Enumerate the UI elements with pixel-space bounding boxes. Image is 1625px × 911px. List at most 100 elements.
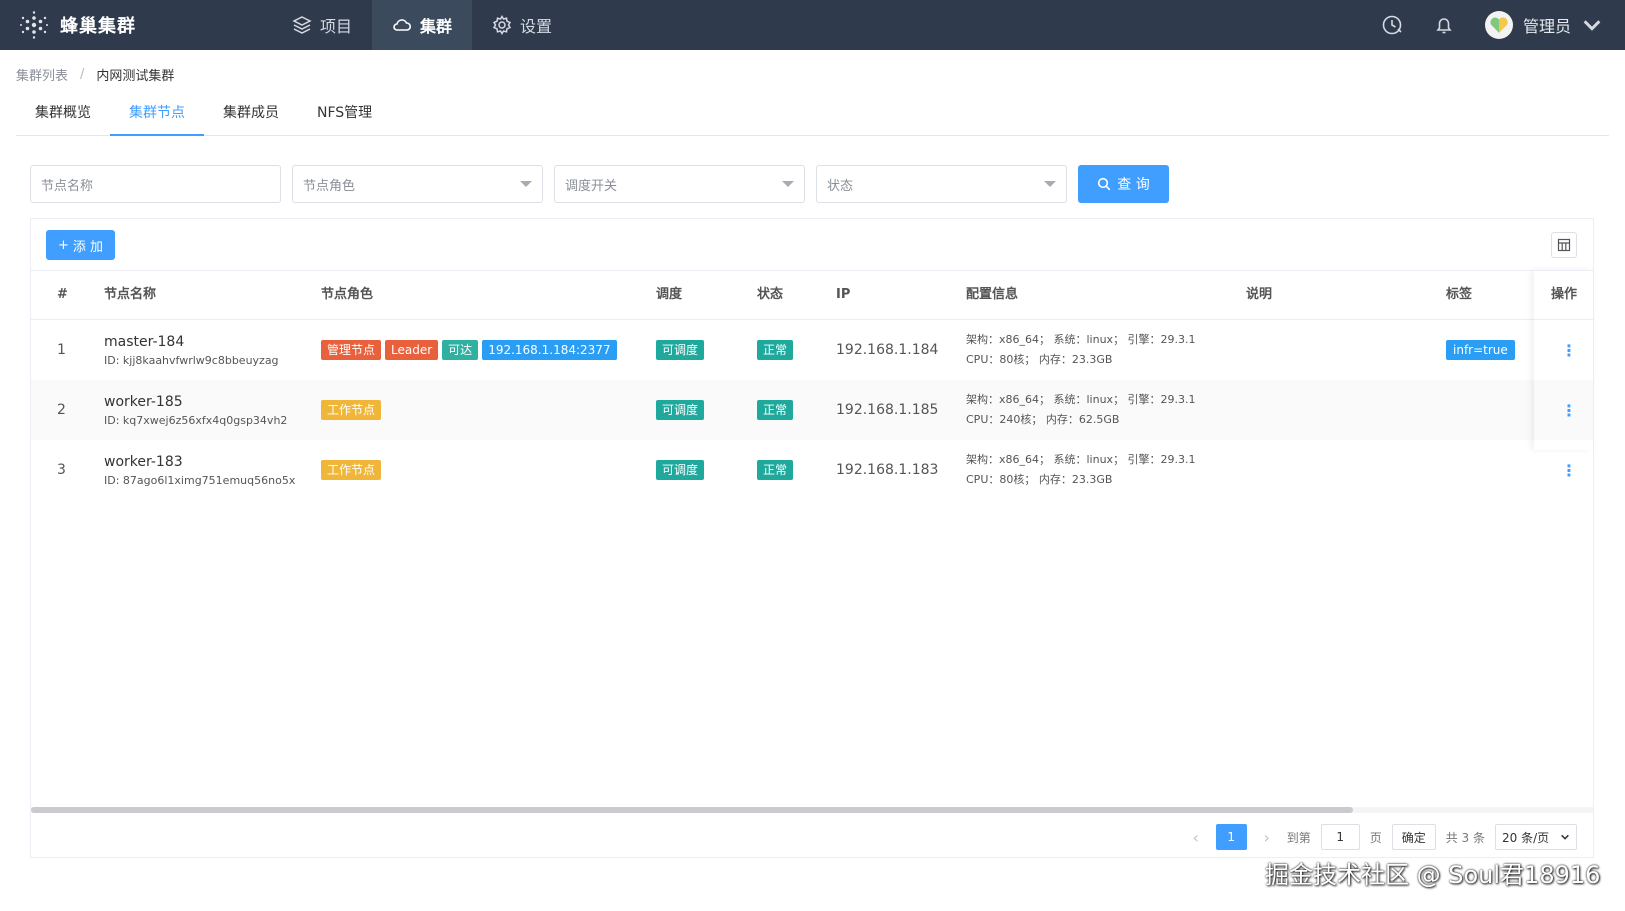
node-name: master-184 — [104, 333, 185, 350]
node-role-placeholder: 节点角色 — [303, 178, 356, 194]
schedule-select[interactable]: 调度开关 — [554, 165, 805, 203]
nav-label: 项目 — [320, 17, 353, 36]
row-index: 3 — [57, 462, 66, 478]
tab-nodes[interactable]: 集群节点 — [110, 96, 204, 136]
role-tag-manager: 管理节点 — [321, 340, 382, 360]
pagination: ‹ 1 › 到第 1 页 确定 共 3 条 20 条/页 — [1186, 824, 1577, 850]
nav-item-settings[interactable]: 设置 — [472, 0, 572, 50]
config-line-2: CPU：240核； 内存：62.5GB — [966, 413, 1120, 426]
goto-page-input[interactable]: 1 — [1320, 824, 1360, 850]
role-tag-address: 192.168.1.184:2377 — [482, 340, 617, 360]
col-description: 说明 — [1246, 287, 1273, 302]
add-label: 添 加 — [72, 239, 104, 255]
page-size-select[interactable]: 20 条/页 — [1495, 824, 1577, 850]
prev-page-icon[interactable]: ‹ — [1186, 828, 1206, 847]
col-role: 节点角色 — [321, 287, 374, 302]
more-actions-icon[interactable]: ⋮ — [1561, 401, 1577, 420]
node-ip: 192.168.1.184 — [836, 342, 939, 358]
total-count: 共 3 条 — [1445, 830, 1485, 845]
tab-overview[interactable]: 集群概览 — [16, 96, 110, 136]
table-row: 2 worker-185 ID: kq7xwej6z56xfx4q0gsp34v… — [31, 380, 1593, 440]
config-line-2: CPU：80核； 内存：23.3GB — [966, 353, 1113, 366]
add-node-button[interactable]: + 添 加 — [46, 230, 115, 260]
node-id: ID: kq7xwej6z56xfx4q0gsp34vh2 — [104, 413, 288, 427]
logo-icon — [20, 11, 48, 39]
table-header: # 节点名称 节点角色 调度 状态 IP 配置信息 说明 标签 操作 — [31, 270, 1593, 320]
nodes-panel: + 添 加 # 节点名称 节点角色 调度 状态 IP 配置信息 说明 标签 操作… — [30, 218, 1594, 858]
search-icon — [1098, 177, 1111, 191]
config-line-2: CPU：80核； 内存：23.3GB — [966, 473, 1113, 486]
col-index: # — [57, 287, 68, 302]
column-settings-button[interactable] — [1551, 232, 1577, 258]
watermark-text: 掘金技术社区 @ Soul君18916 — [1265, 861, 1601, 889]
query-button[interactable]: 查 询 — [1078, 165, 1169, 203]
schedule-placeholder: 调度开关 — [565, 178, 618, 194]
status-select[interactable]: 状态 — [816, 165, 1067, 203]
nav-item-projects[interactable]: 项目 — [272, 0, 372, 50]
plus-icon: + — [57, 237, 69, 253]
more-actions-icon[interactable]: ⋮ — [1561, 341, 1577, 360]
page-number-current[interactable]: 1 — [1215, 824, 1247, 850]
node-name: worker-183 — [104, 453, 183, 470]
breadcrumb-separator: / — [80, 67, 85, 82]
app-name: 蜂巢集群 — [60, 16, 136, 37]
node-ip: 192.168.1.185 — [836, 402, 939, 418]
col-labels: 标签 — [1446, 287, 1473, 302]
brand[interactable]: 蜂巢集群 — [18, 0, 136, 50]
goto-label: 到第 — [1286, 830, 1311, 845]
config-line-1: 架构：x86_64； 系统：linux； 引擎：29.3.1 — [966, 393, 1196, 406]
col-actions: 操作 — [1551, 287, 1578, 302]
heart-icon — [1490, 17, 1508, 33]
tab-nfs[interactable]: NFS管理 — [298, 96, 391, 136]
query-label: 查 询 — [1117, 177, 1150, 193]
status-tag: 正常 — [757, 340, 794, 360]
confirm-goto-button[interactable]: 确定 — [1391, 824, 1436, 850]
node-role-select[interactable]: 节点角色 — [292, 165, 543, 203]
bell-icon[interactable] — [1433, 14, 1455, 36]
status-placeholder: 状态 — [827, 178, 854, 194]
row-index: 2 — [57, 402, 66, 418]
top-right-tools: 管理员 — [1381, 0, 1603, 50]
cloud-icon — [393, 19, 412, 31]
chevron-down-icon — [1583, 20, 1601, 31]
breadcrumb-current: 内网测试集群 — [96, 69, 175, 84]
col-schedule: 调度 — [656, 287, 683, 302]
config-line-1: 架构：x86_64； 系统：linux； 引擎：29.3.1 — [966, 453, 1196, 466]
schedule-tag: 可调度 — [656, 400, 705, 420]
breadcrumb-cluster-list[interactable]: 集群列表 — [16, 65, 68, 84]
node-name-placeholder: 节点名称 — [41, 178, 94, 194]
next-page-icon[interactable]: › — [1257, 828, 1277, 847]
caret-down-icon — [782, 181, 794, 187]
chevron-down-icon — [1561, 834, 1569, 840]
page-size-value: 20 条/页 — [1502, 830, 1550, 845]
gear-icon — [492, 15, 512, 35]
columns-icon — [1557, 238, 1571, 252]
col-config: 配置信息 — [966, 287, 1019, 302]
node-id: ID: 87ago6l1ximg751emuq56no5x — [104, 473, 296, 487]
clock-icon[interactable] — [1381, 14, 1403, 36]
layers-icon — [292, 16, 312, 34]
caret-down-icon — [1044, 181, 1056, 187]
schedule-tag: 可调度 — [656, 460, 705, 480]
user-menu[interactable]: 管理员 — [1484, 11, 1603, 39]
scrollbar-thumb[interactable] — [31, 807, 1353, 813]
table-row: 1 master-184 ID: kjj8kaahvfwrlw9c8bbeuyz… — [31, 320, 1593, 380]
nav-item-clusters[interactable]: 集群 — [372, 0, 473, 50]
more-actions-icon[interactable]: ⋮ — [1561, 461, 1577, 480]
nav-label: 集群 — [420, 17, 453, 36]
role-tag-reachable: 可达 — [442, 340, 479, 360]
user-name: 管理员 — [1522, 17, 1571, 36]
node-ip: 192.168.1.183 — [836, 462, 939, 478]
node-name-input[interactable]: 节点名称 — [30, 165, 281, 203]
filter-bar: 节点名称 节点角色 调度开关 状态 查 询 — [30, 165, 1169, 203]
horizontal-scrollbar[interactable] — [31, 807, 1593, 813]
tab-members[interactable]: 集群成员 — [204, 96, 298, 136]
role-tag-worker: 工作节点 — [321, 460, 382, 480]
avatar — [1484, 11, 1513, 39]
col-name: 节点名称 — [104, 287, 157, 302]
cluster-tabs: 集群概览 集群节点 集群成员 NFS管理 — [16, 96, 1609, 136]
role-tag-worker: 工作节点 — [321, 400, 382, 420]
row-index: 1 — [57, 342, 66, 358]
status-tag: 正常 — [757, 460, 794, 480]
main-nav: 项目 集群 设置 — [272, 0, 572, 50]
